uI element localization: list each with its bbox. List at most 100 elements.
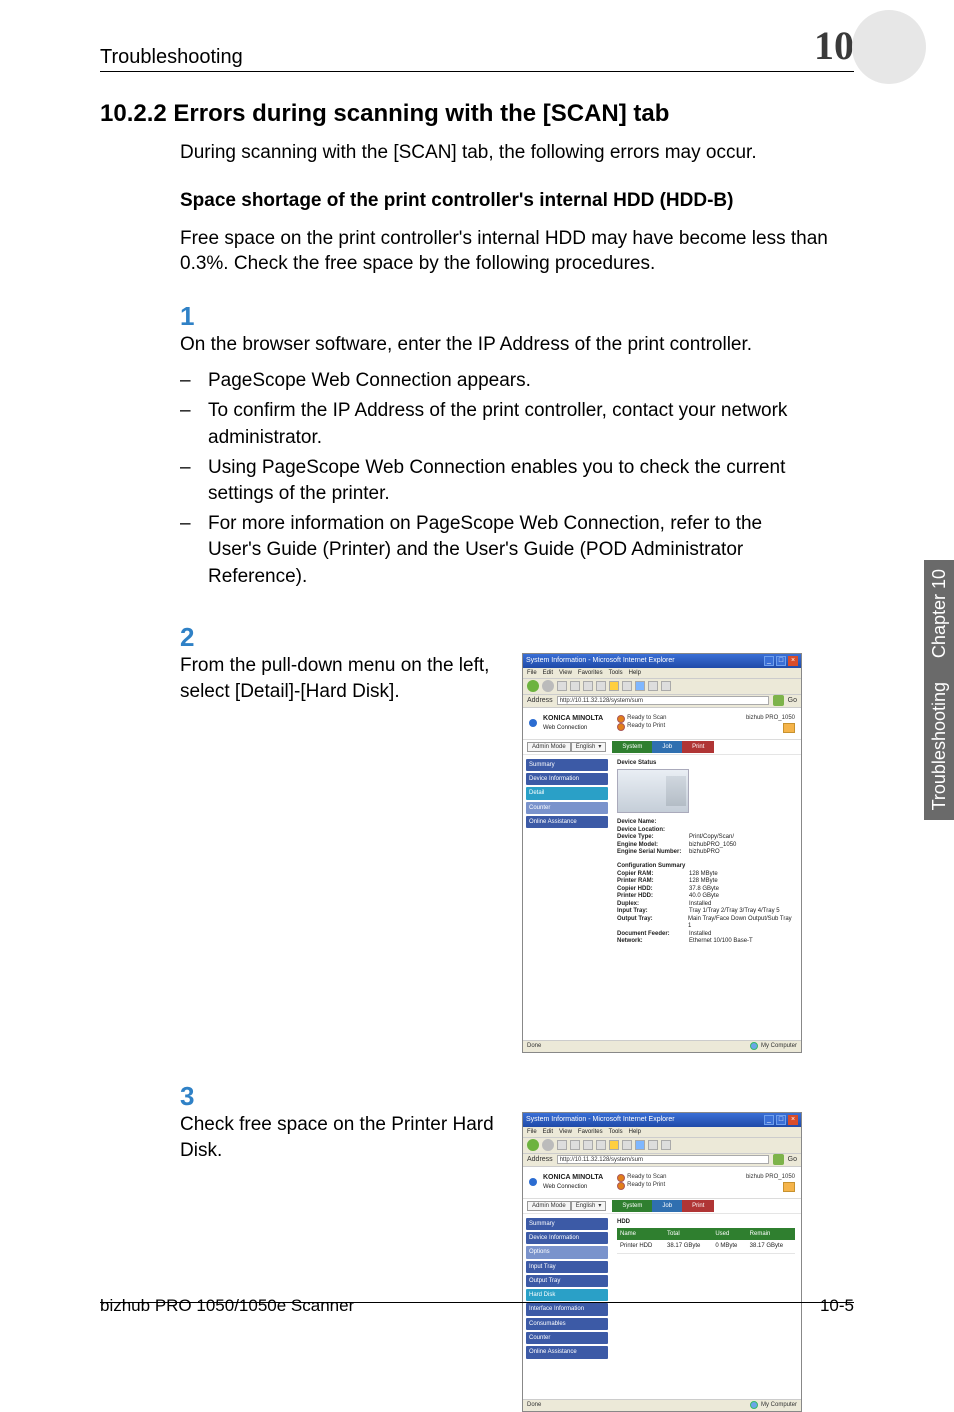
media-icon[interactable]: [622, 681, 632, 691]
nav-summary[interactable]: Summary: [526, 759, 608, 771]
printer-image-icon: [617, 769, 689, 813]
menu-item[interactable]: Favorites: [578, 669, 603, 677]
favorites-icon[interactable]: [609, 1140, 619, 1150]
col-total: Total: [664, 1228, 712, 1240]
kv-val: Main Tray/Face Down Output/Sub Tray 1: [688, 916, 795, 931]
home-icon[interactable]: [583, 681, 593, 691]
step-1: 1 On the browser software, enter the IP …: [180, 301, 854, 594]
forward-icon[interactable]: [542, 680, 554, 692]
tab-job[interactable]: Job: [652, 1200, 682, 1212]
nav-summary[interactable]: Summary: [526, 1218, 608, 1230]
language-select[interactable]: English▾: [571, 742, 607, 752]
cell-total: 38.17 GByte: [664, 1240, 712, 1253]
nav-device-info[interactable]: Device Information: [526, 773, 608, 785]
body-paragraph: Free space on the print controller's int…: [180, 226, 854, 277]
maximize-icon[interactable]: □: [776, 656, 786, 666]
tab-system[interactable]: System: [612, 1200, 652, 1212]
window-title: System Information - Microsoft Internet …: [526, 1115, 675, 1125]
bullet: To confirm the IP Address of the print c…: [180, 398, 802, 450]
col-used: Used: [712, 1228, 746, 1240]
kv-val: Tray 1/Tray 2/Tray 3/Tray 4/Tray 5: [689, 908, 780, 916]
brand-name: KONICA MINOLTA: [543, 1173, 603, 1183]
nav-input-tray[interactable]: Input Tray: [526, 1261, 608, 1273]
nav-online-assistance[interactable]: Online Assistance: [526, 1346, 608, 1358]
side-tab: Chapter 10 Troubleshooting: [924, 560, 954, 820]
address-input[interactable]: http://10.11.32.128/system/sum: [557, 696, 769, 705]
status-bar: Done My Computer: [523, 1399, 801, 1411]
stop-icon[interactable]: [557, 681, 567, 691]
admin-mode-select[interactable]: Admin Mode: [527, 742, 571, 752]
tab-system[interactable]: System: [612, 741, 652, 753]
device-icon: [783, 1182, 795, 1192]
address-label: Address: [527, 1155, 553, 1165]
refresh-icon[interactable]: [570, 681, 580, 691]
step-2-text: From the pull-down menu on the left, sel…: [180, 653, 506, 705]
search-icon[interactable]: [596, 1140, 606, 1150]
nav-counter[interactable]: Counter: [526, 1332, 608, 1344]
language-select[interactable]: English▾: [571, 1201, 607, 1211]
step-number: 3: [180, 1081, 228, 1112]
minimize-icon[interactable]: _: [764, 1115, 774, 1125]
ready-status: Ready to Scan Ready to Print: [617, 1174, 666, 1190]
favorites-icon[interactable]: [609, 681, 619, 691]
window-titlebar: System Information - Microsoft Internet …: [523, 654, 801, 668]
ready-scan-icon: [617, 1174, 625, 1182]
menu-item[interactable]: Help: [629, 669, 641, 677]
tab-print[interactable]: Print: [682, 1200, 714, 1212]
print-icon[interactable]: [661, 1140, 671, 1150]
maximize-icon[interactable]: □: [776, 1115, 786, 1125]
go-button[interactable]: [773, 1154, 784, 1165]
nav-output-tray[interactable]: Output Tray: [526, 1275, 608, 1287]
stop-icon[interactable]: [557, 1140, 567, 1150]
menu-item[interactable]: View: [559, 1128, 572, 1136]
media-icon[interactable]: [622, 1140, 632, 1150]
address-label: Address: [527, 696, 553, 706]
browser-menubar: File Edit View Favorites Tools Help: [523, 668, 801, 679]
mail-icon[interactable]: [648, 681, 658, 691]
menu-item[interactable]: File: [527, 669, 537, 677]
step-2: 2 From the pull-down menu on the left, s…: [180, 622, 854, 1053]
print-icon[interactable]: [661, 681, 671, 691]
tab-print[interactable]: Print: [682, 741, 714, 753]
menu-item[interactable]: Edit: [543, 1128, 553, 1136]
close-icon[interactable]: ×: [788, 1115, 798, 1125]
nav-counter[interactable]: Counter: [526, 802, 608, 814]
admin-mode-select[interactable]: Admin Mode: [527, 1201, 571, 1211]
subhead: Space shortage of the print controller's…: [180, 190, 854, 212]
minimize-icon[interactable]: _: [764, 656, 774, 666]
nav-online-assistance[interactable]: Online Assistance: [526, 816, 608, 828]
menu-item[interactable]: Tools: [609, 1128, 623, 1136]
kv-val: Installed: [689, 901, 711, 909]
menu-item[interactable]: Tools: [609, 669, 623, 677]
brand-name: KONICA MINOLTA: [543, 714, 603, 724]
home-icon[interactable]: [583, 1140, 593, 1150]
forward-icon[interactable]: [542, 1139, 554, 1151]
menu-item[interactable]: Favorites: [578, 1128, 603, 1136]
kv-key: Document Feeder:: [617, 931, 685, 939]
refresh-icon[interactable]: [570, 1140, 580, 1150]
status-done: Done: [527, 1401, 541, 1409]
kv-val: Installed: [689, 931, 711, 939]
brand-sub: Web Connection: [543, 724, 603, 732]
menu-item[interactable]: View: [559, 669, 572, 677]
menu-item[interactable]: File: [527, 1128, 537, 1136]
mail-icon[interactable]: [648, 1140, 658, 1150]
menu-item[interactable]: Help: [629, 1128, 641, 1136]
history-icon[interactable]: [635, 681, 645, 691]
kv-val: 128 MByte: [689, 878, 718, 886]
nav-options[interactable]: Options: [526, 1246, 608, 1258]
tab-job[interactable]: Job: [652, 741, 682, 753]
address-input[interactable]: http://10.11.32.128/system/sum: [557, 1155, 769, 1164]
history-icon[interactable]: [635, 1140, 645, 1150]
nav-device-info[interactable]: Device Information: [526, 1232, 608, 1244]
footer-right: 10-5: [820, 1296, 854, 1316]
menu-item[interactable]: Edit: [543, 669, 553, 677]
go-button[interactable]: [773, 695, 784, 706]
search-icon[interactable]: [596, 681, 606, 691]
hdd-table: Name Total Used Remain Printer HDD 38.17…: [617, 1228, 795, 1254]
close-icon[interactable]: ×: [788, 656, 798, 666]
nav-detail[interactable]: Detail: [526, 787, 608, 799]
ready-print-label: Ready to Print: [627, 723, 665, 731]
back-icon[interactable]: [527, 680, 539, 692]
back-icon[interactable]: [527, 1139, 539, 1151]
